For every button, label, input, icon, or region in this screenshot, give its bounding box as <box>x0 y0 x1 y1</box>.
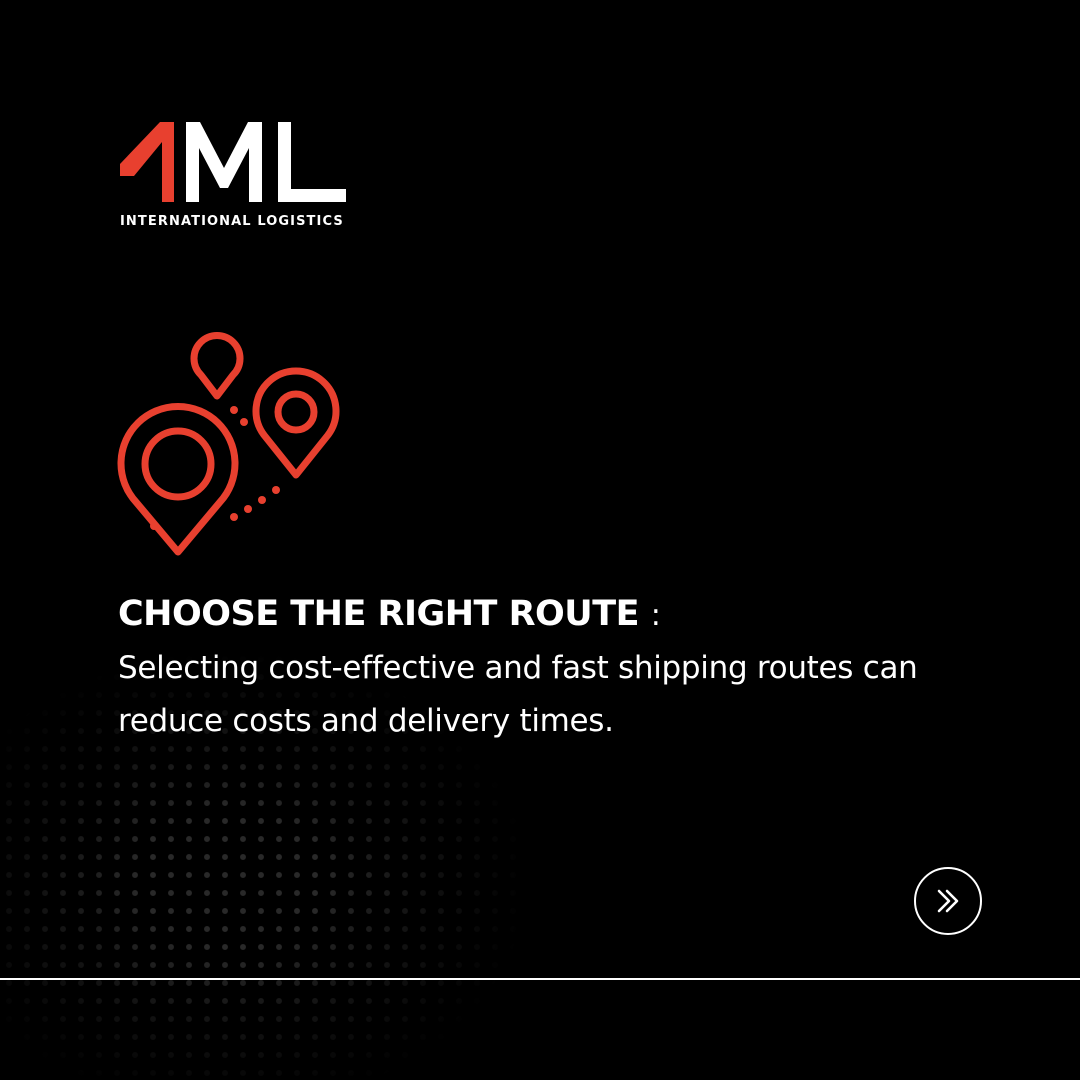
content-block: CHOOSE THE RIGHT ROUTE : Selecting cost-… <box>118 590 978 748</box>
logo-tagline: INTERNATIONAL LOGISTICS <box>120 214 344 229</box>
body-text: Selecting cost-effective and fast shippi… <box>118 650 918 739</box>
headline-separator: : <box>650 598 661 633</box>
headline-title: CHOOSE THE RIGHT ROUTE <box>118 594 640 634</box>
double-chevron-right-icon <box>937 889 959 913</box>
logo-mark <box>120 122 346 202</box>
brand-logo: INTERNATIONAL LOGISTICS <box>120 118 350 229</box>
headline: CHOOSE THE RIGHT ROUTE : <box>118 590 978 640</box>
next-button[interactable] <box>914 867 982 935</box>
route-map-pins-icon <box>117 331 340 556</box>
bottom-divider <box>0 978 1080 980</box>
